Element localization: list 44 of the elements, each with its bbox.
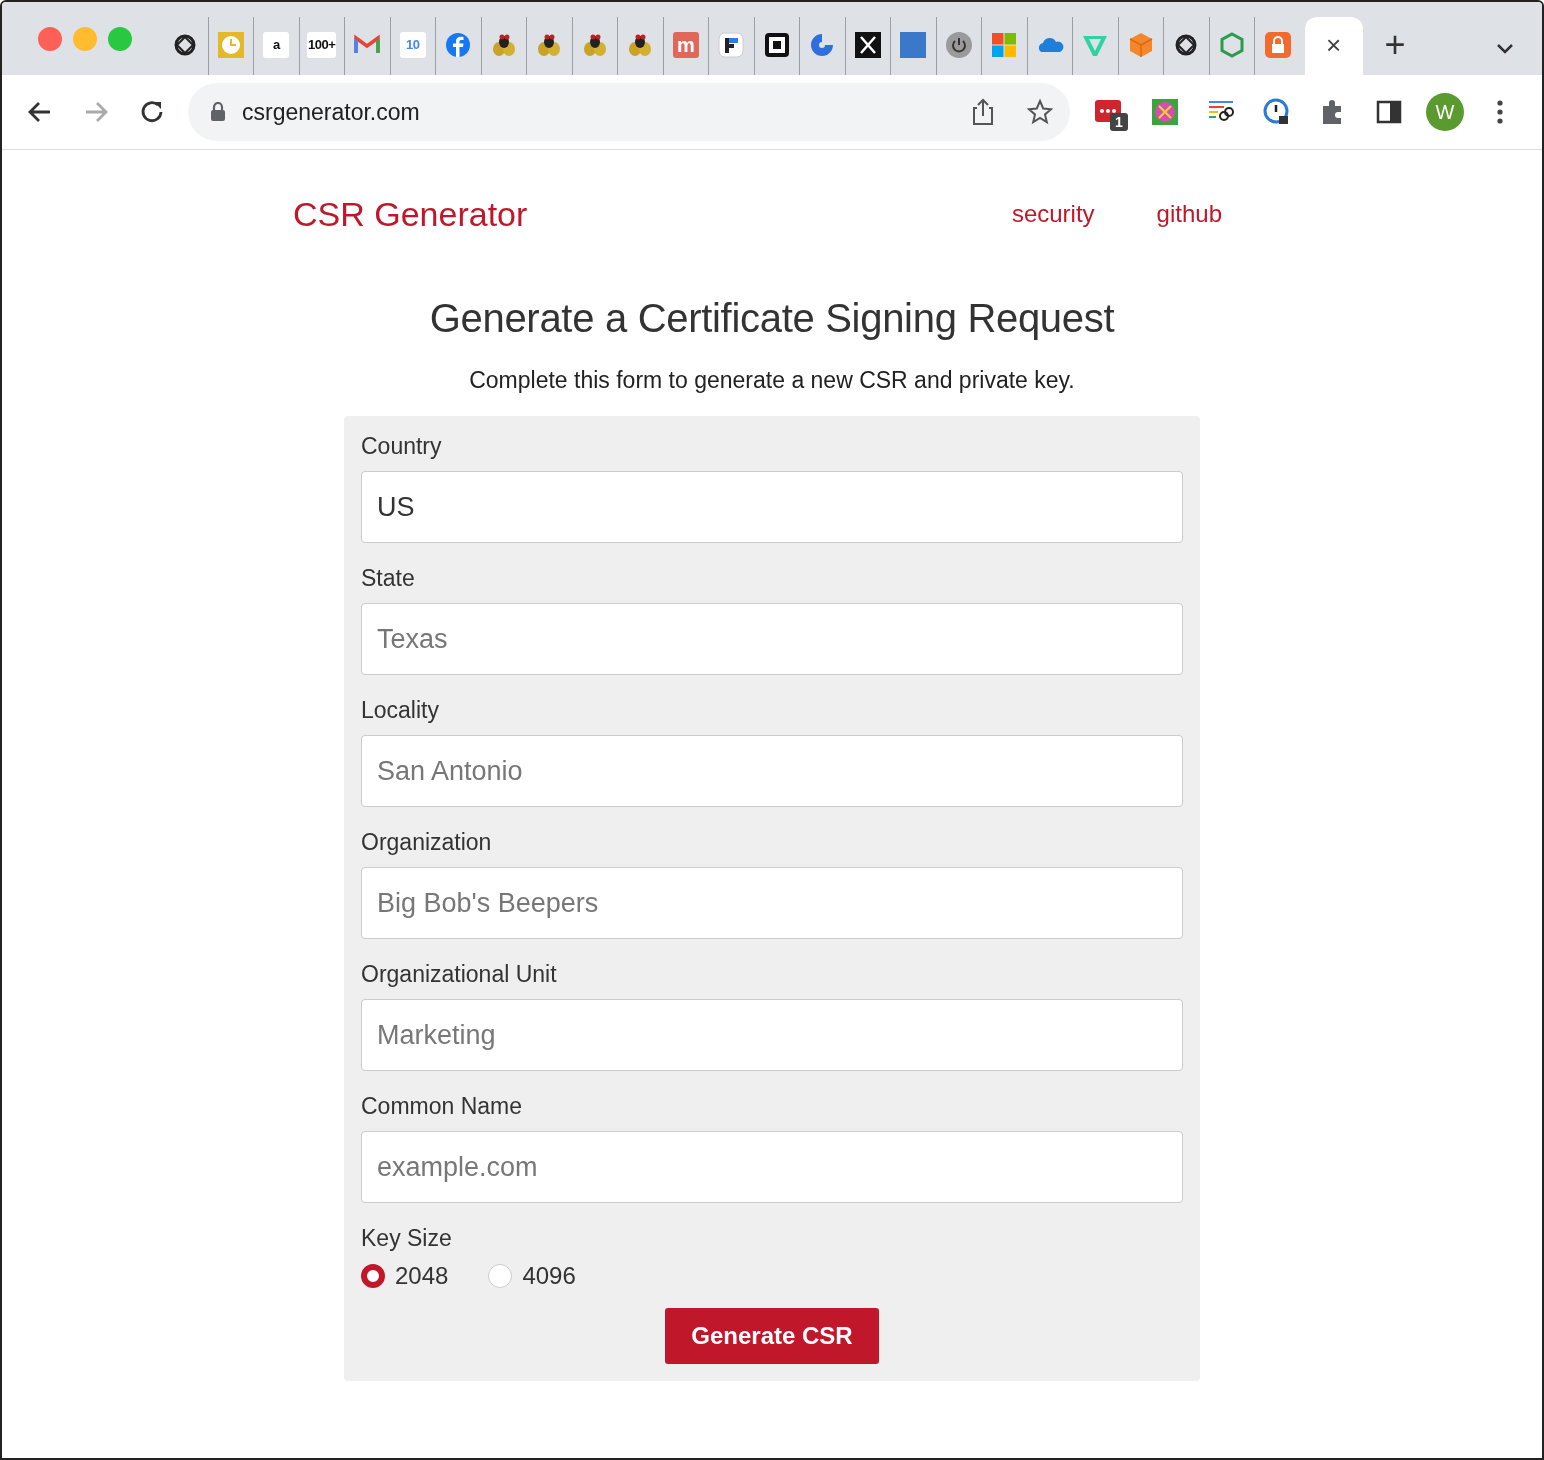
radio-label[interactable]: 4096 (522, 1262, 576, 1290)
extension-badge: 1 (1110, 113, 1128, 131)
nav-link[interactable]: github (1156, 200, 1222, 228)
page-heading: Generate a Certificate Signing Request (428, 296, 1116, 341)
input-field[interactable]: San Antonio (361, 735, 1183, 807)
input-field[interactable]: example.com (361, 1131, 1183, 1203)
input-field[interactable]: Marketing (361, 999, 1183, 1071)
tab-favicon: a (263, 32, 290, 58)
pattern-extension-icon[interactable] (1150, 97, 1180, 127)
power-icon (944, 31, 973, 59)
intro-text: Complete this form to generate a new CSR and private key. (468, 367, 1076, 394)
pinned-tab[interactable]: a (254, 17, 300, 75)
field-label: Key Size (361, 1225, 453, 1252)
frame-icon (762, 31, 791, 59)
generate-csr-button[interactable]: Generate CSR (665, 1308, 879, 1364)
tab-favicon: m (672, 32, 699, 58)
new-tab-button[interactable]: + (1384, 27, 1406, 63)
input-field[interactable]: Big Bob's Beepers (361, 867, 1183, 939)
pinned-tab[interactable]: 10 (390, 17, 436, 75)
tab-favicon: 100+ (307, 32, 337, 58)
tab-favicon: 10 (399, 32, 426, 58)
radio-button[interactable] (361, 1264, 385, 1288)
field-label: Organizational Unit (361, 961, 558, 988)
close-tab-button[interactable]: × (1321, 28, 1346, 62)
lock-icon (210, 102, 226, 122)
field-label: Locality (361, 697, 440, 724)
site-logo[interactable]: CSR Generator (293, 194, 528, 234)
share-icon[interactable] (970, 97, 996, 127)
nav-link[interactable]: security (1011, 200, 1095, 228)
radio-label[interactable]: 2048 (395, 1262, 449, 1290)
active-tab[interactable]: × (1304, 17, 1363, 75)
more-menu-icon[interactable] (1496, 98, 1504, 126)
input-field[interactable]: Texas (361, 603, 1183, 675)
address-bar[interactable]: csrgenerator.com (188, 83, 1070, 141)
input-field[interactable]: US (361, 471, 1183, 543)
field-label: Organization (361, 829, 493, 856)
field-label: Common Name (361, 1093, 524, 1120)
field-label: State (361, 565, 416, 592)
windows-icon (990, 31, 1019, 59)
url-text: csrgenerator.com (242, 98, 421, 126)
bookmark-star-icon[interactable] (1026, 98, 1054, 126)
pinned-tab[interactable]: 100+ (299, 17, 345, 75)
cross-icon (853, 31, 882, 59)
field-label: Country (361, 433, 443, 460)
